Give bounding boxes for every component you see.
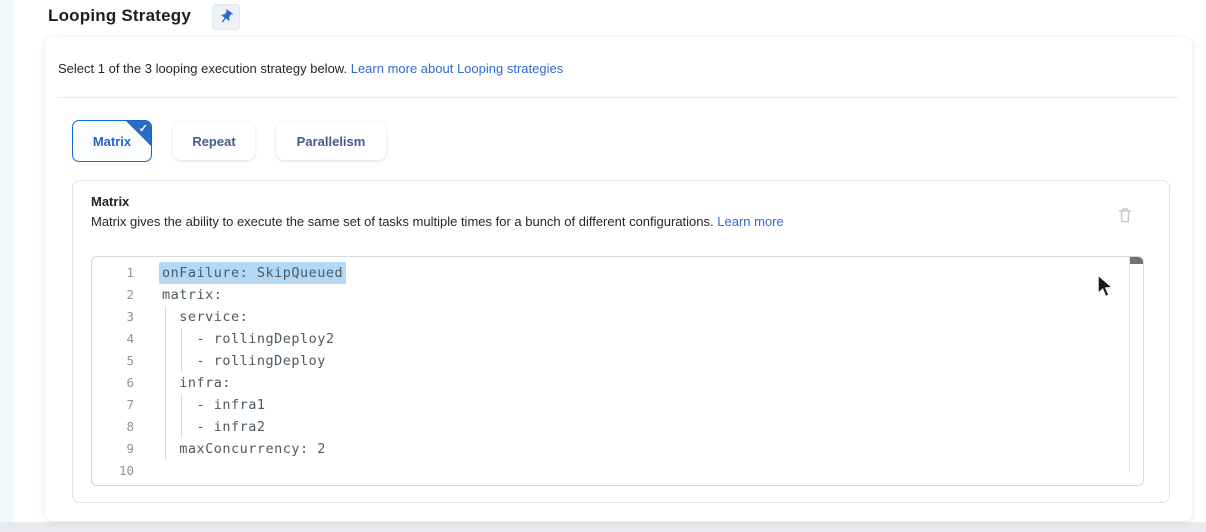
- line-number: 10: [92, 460, 134, 482]
- intro-text-static: Select 1 of the 3 looping execution stra…: [58, 61, 347, 76]
- intro-text: Select 1 of the 3 looping execution stra…: [58, 61, 563, 76]
- code-line[interactable]: 6 infra:: [92, 372, 1128, 394]
- line-code: maxConcurrency: 2: [162, 438, 326, 460]
- code-line[interactable]: 1 onFailure: SkipQueued: [92, 262, 1128, 284]
- strategy-tab-repeat-label: Repeat: [192, 134, 235, 149]
- panel-description: Matrix gives the ability to execute the …: [91, 214, 784, 229]
- line-number: 2: [92, 284, 134, 306]
- line-number: 1: [92, 262, 134, 284]
- code-line[interactable]: 7 - infra1: [92, 394, 1128, 416]
- strategy-tab-repeat[interactable]: Repeat: [173, 122, 255, 160]
- line-code: onFailure: SkipQueued: [159, 262, 346, 284]
- indent-guide: [165, 306, 166, 460]
- strategy-tab-parallelism-label: Parallelism: [297, 134, 366, 149]
- line-number: 4: [92, 328, 134, 350]
- code-line[interactable]: 9 maxConcurrency: 2: [92, 438, 1128, 460]
- trash-icon: [1115, 205, 1139, 225]
- yaml-editor[interactable]: 1 onFailure: SkipQueued 2 matrix: 3 servic…: [91, 256, 1144, 486]
- line-code: - infra1: [162, 394, 266, 416]
- code-line[interactable]: 2 matrix:: [92, 284, 1128, 306]
- code-line[interactable]: 4 - rollingDeploy2: [92, 328, 1128, 350]
- code-line[interactable]: 8 - infra2: [92, 416, 1128, 438]
- line-number: 7: [92, 394, 134, 416]
- panel-description-text: Matrix gives the ability to execute the …: [91, 214, 714, 229]
- code-line[interactable]: 10: [92, 460, 1128, 482]
- line-number: 6: [92, 372, 134, 394]
- line-code: matrix:: [162, 284, 222, 306]
- line-code: infra:: [162, 372, 231, 394]
- line-number: 9: [92, 438, 134, 460]
- code-line[interactable]: 3 service:: [92, 306, 1128, 328]
- delete-strategy-button[interactable]: [1115, 203, 1139, 227]
- code-lines: 1 onFailure: SkipQueued 2 matrix: 3 servic…: [92, 262, 1128, 482]
- line-code: - rollingDeploy2: [162, 328, 335, 350]
- editor-vertical-scrollbar[interactable]: [1129, 257, 1143, 473]
- line-number: 8: [92, 416, 134, 438]
- matrix-panel: Matrix Matrix gives the ability to execu…: [72, 180, 1170, 503]
- bottom-bar: [0, 522, 1206, 532]
- page-title: Looping Strategy: [48, 6, 191, 26]
- looping-strategy-card: Select 1 of the 3 looping execution stra…: [45, 37, 1192, 521]
- scrollbar-thumb[interactable]: [1130, 257, 1144, 264]
- line-code: - infra2: [162, 416, 266, 438]
- learn-more-link[interactable]: Learn more: [717, 214, 783, 229]
- strategy-tab-matrix[interactable]: Matrix ✓: [72, 120, 152, 162]
- line-number: 5: [92, 350, 134, 372]
- divider: [57, 97, 1178, 98]
- left-gutter-strip: [0, 0, 13, 532]
- line-code: service:: [162, 306, 248, 328]
- line-number: 3: [92, 306, 134, 328]
- pin-icon: [218, 9, 234, 25]
- strategy-tab-parallelism[interactable]: Parallelism: [276, 122, 386, 160]
- line-code: - rollingDeploy: [162, 350, 326, 372]
- indent-guide: [181, 328, 182, 372]
- looping-strategies-link[interactable]: Learn more about Looping strategies: [351, 61, 563, 76]
- panel-title: Matrix: [91, 194, 129, 209]
- check-icon: ✓: [139, 122, 148, 135]
- pin-button[interactable]: [212, 4, 240, 30]
- indent-guide: [181, 394, 182, 438]
- code-line[interactable]: 5 - rollingDeploy: [92, 350, 1128, 372]
